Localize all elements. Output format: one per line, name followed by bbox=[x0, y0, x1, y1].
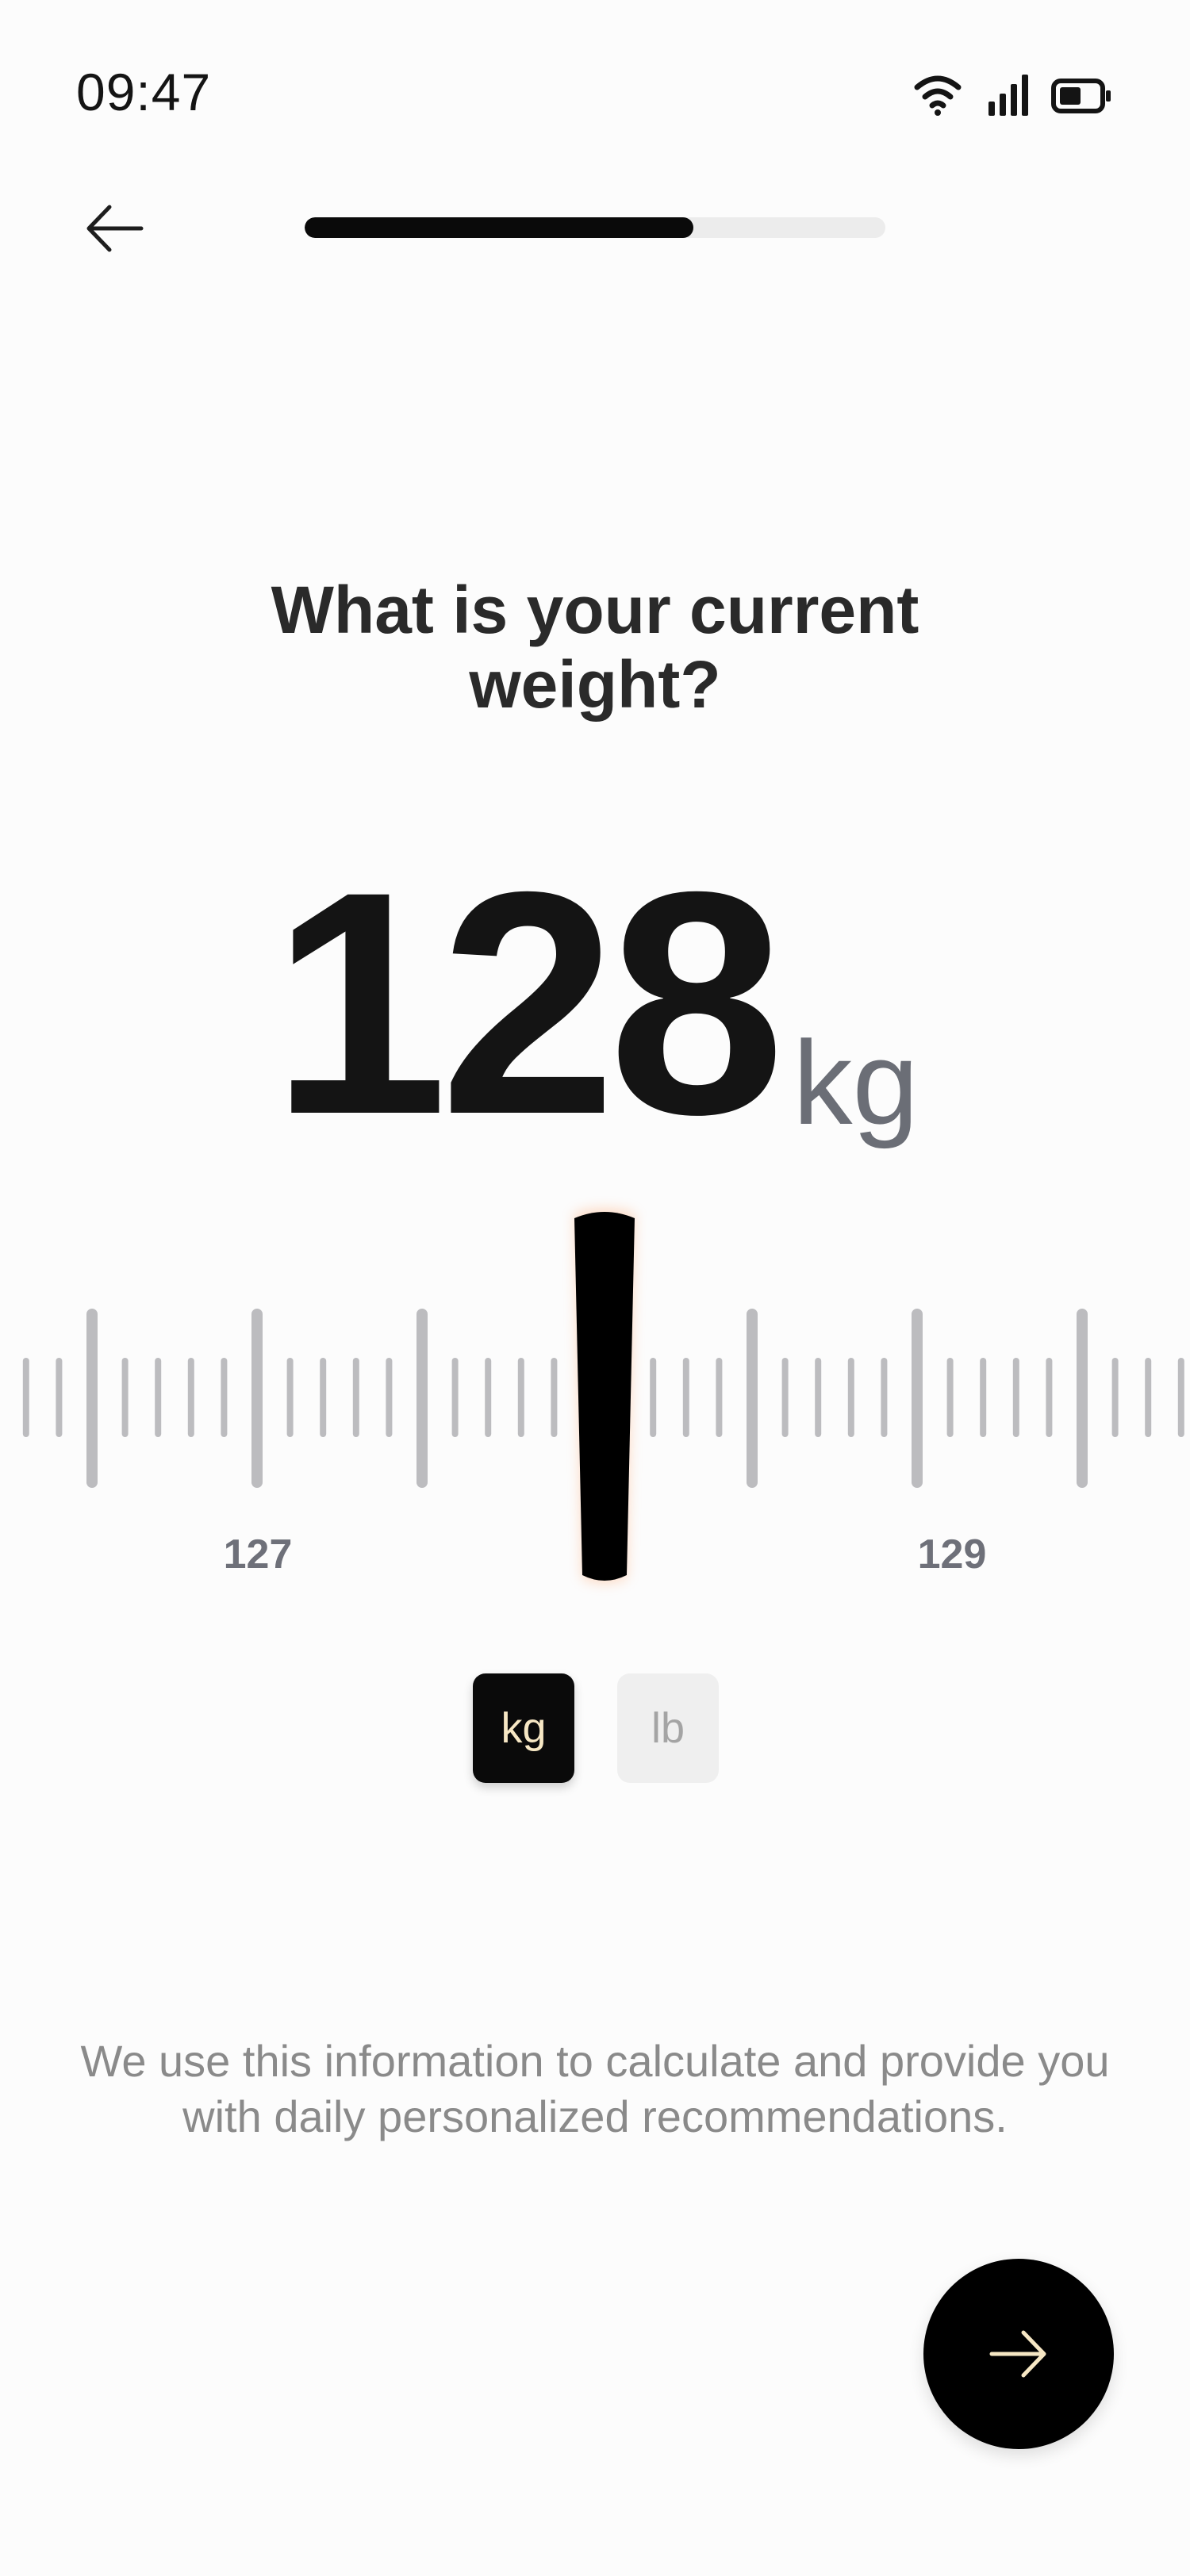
weight-display: 128 kg bbox=[0, 826, 1190, 1180]
ruler-minor-tick bbox=[682, 1358, 689, 1437]
status-icons bbox=[914, 75, 1111, 116]
ruler-label-127: 127 bbox=[223, 1531, 293, 1577]
ruler-needle[interactable] bbox=[574, 1209, 635, 1583]
ruler-minor-tick bbox=[716, 1358, 723, 1437]
ruler-minor-tick bbox=[980, 1358, 987, 1437]
ruler-major-tick bbox=[912, 1309, 923, 1488]
progress-fill bbox=[305, 217, 694, 238]
weight-unit: kg bbox=[793, 1016, 919, 1149]
ruler-minor-tick bbox=[22, 1358, 29, 1437]
ruler-minor-tick bbox=[187, 1358, 194, 1437]
ruler-major-tick bbox=[251, 1309, 263, 1488]
ruler-minor-tick bbox=[221, 1358, 228, 1437]
ruler-major-tick bbox=[1077, 1309, 1088, 1488]
ruler-major-tick bbox=[86, 1309, 98, 1488]
weight-value: 128 bbox=[271, 826, 785, 1180]
ruler-minor-tick bbox=[386, 1358, 393, 1437]
ruler-minor-tick bbox=[1046, 1358, 1053, 1437]
ruler-minor-tick bbox=[1177, 1358, 1184, 1437]
ruler-minor-tick bbox=[517, 1358, 524, 1437]
ruler-minor-tick bbox=[1012, 1358, 1019, 1437]
ruler-minor-tick bbox=[485, 1358, 492, 1437]
page-title: What is your current weight? bbox=[271, 573, 919, 722]
ruler-minor-tick bbox=[650, 1358, 657, 1437]
progress-bar bbox=[305, 217, 885, 238]
wifi-icon bbox=[914, 75, 962, 116]
ruler-major-tick bbox=[416, 1309, 428, 1488]
unit-lb-button[interactable]: lb bbox=[617, 1673, 719, 1783]
ruler-minor-tick bbox=[781, 1358, 789, 1437]
arrow-right-icon bbox=[989, 2330, 1046, 2378]
ruler-minor-tick bbox=[451, 1358, 459, 1437]
ruler-minor-tick bbox=[320, 1358, 327, 1437]
ruler-minor-tick bbox=[121, 1358, 129, 1437]
ruler-label-129: 129 bbox=[917, 1531, 987, 1577]
ruler-minor-tick bbox=[352, 1358, 359, 1437]
weight-ruler-slider[interactable] bbox=[0, 1190, 1190, 1602]
unit-kg-button[interactable]: kg bbox=[473, 1673, 574, 1783]
ruler-minor-tick bbox=[815, 1358, 822, 1437]
battery-icon bbox=[1051, 79, 1111, 113]
ruler-major-tick bbox=[747, 1309, 758, 1488]
info-text: We use this information to calculate and… bbox=[80, 2036, 1110, 2141]
signal-icon bbox=[988, 75, 1028, 116]
ruler-minor-tick bbox=[551, 1358, 558, 1437]
status-time: 09:47 bbox=[76, 63, 212, 121]
ruler-minor-tick bbox=[881, 1358, 888, 1437]
ruler-minor-tick bbox=[946, 1358, 954, 1437]
back-button[interactable] bbox=[76, 190, 152, 266]
ruler-minor-tick bbox=[1145, 1358, 1152, 1437]
ruler-minor-tick bbox=[286, 1358, 294, 1437]
next-button[interactable] bbox=[923, 2259, 1114, 2449]
ruler-minor-tick bbox=[1111, 1358, 1119, 1437]
ruler-minor-tick bbox=[56, 1358, 63, 1437]
arrow-left-icon bbox=[86, 205, 144, 252]
ruler-minor-tick bbox=[847, 1358, 854, 1437]
ruler-minor-tick bbox=[155, 1358, 162, 1437]
